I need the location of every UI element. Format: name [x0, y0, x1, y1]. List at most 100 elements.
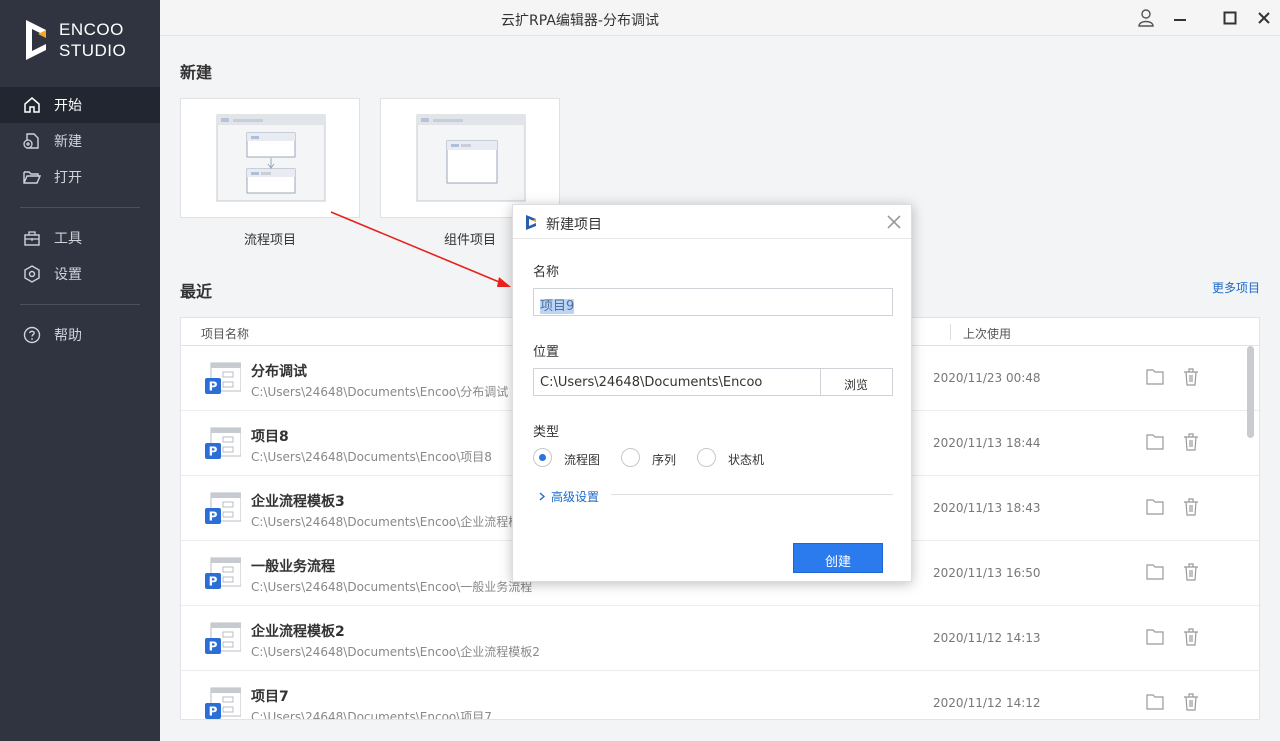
delete-icon[interactable]	[1181, 367, 1201, 387]
home-icon	[22, 95, 42, 115]
sidebar-item-start[interactable]: 开始	[0, 87, 160, 123]
folder-open-icon	[22, 167, 42, 187]
delete-icon[interactable]	[1181, 562, 1201, 582]
type-label-sequence[interactable]: 序列	[652, 451, 676, 468]
svg-text:P: P	[209, 445, 218, 459]
sidebar-divider	[20, 207, 140, 208]
new-file-icon	[22, 131, 42, 151]
sidebar-item-label: 帮助	[54, 328, 82, 344]
component-project-illustration	[416, 114, 526, 202]
project-path: C:\Users\24648\Documents\Encoo\分布调试	[251, 385, 509, 399]
project-name[interactable]: 项目7	[251, 686, 289, 706]
type-label-flowchart[interactable]: 流程图	[564, 451, 600, 468]
sidebar-item-open[interactable]: 打开	[0, 159, 160, 195]
open-folder-icon[interactable]	[1145, 368, 1165, 386]
sidebar-item-help[interactable]: 帮助	[0, 317, 160, 353]
name-label: 名称	[533, 265, 560, 280]
project-name[interactable]: 项目8	[251, 426, 289, 446]
advanced-settings-toggle[interactable]: 高级设置	[539, 488, 599, 505]
project-path: C:\Users\24648\Documents\Encoo\项目7	[251, 710, 492, 720]
flow-project-illustration	[216, 114, 326, 202]
location-value: C:\Users\24648\Documents\Encoo	[540, 375, 763, 390]
window-title: 云扩RPA编辑器-分布调试	[501, 13, 659, 29]
scrollbar-thumb[interactable]	[1247, 346, 1254, 438]
project-name[interactable]: 一般业务流程	[251, 556, 335, 576]
open-folder-icon[interactable]	[1145, 628, 1165, 646]
table-row[interactable]: P 项目7 C:\Users\24648\Documents\Encoo\项目7 20…	[181, 671, 1259, 720]
last-used-date: 2020/11/12 14:13	[933, 631, 1041, 645]
dialog-header: 新建项目	[513, 205, 911, 239]
column-header-name: 项目名称	[201, 327, 250, 341]
maximize-button[interactable]	[1220, 8, 1240, 28]
sidebar-item-settings[interactable]: 设置	[0, 256, 160, 292]
open-folder-icon[interactable]	[1145, 563, 1165, 581]
gear-icon	[22, 264, 42, 284]
dialog-title: 新建项目	[546, 217, 602, 233]
project-name-input[interactable]: 项目9	[533, 288, 893, 316]
flow-project-icon: P	[205, 557, 241, 589]
sidebar-item-label: 开始	[54, 98, 82, 114]
svg-text:P: P	[209, 575, 218, 589]
project-name[interactable]: 企业流程模板3	[251, 491, 345, 511]
close-window-button[interactable]	[1254, 8, 1274, 28]
sidebar: ENCOO STUDIO 开始 新建 打开 工具 设置 帮助	[0, 0, 160, 741]
help-icon	[22, 325, 42, 345]
flow-project-card[interactable]	[180, 98, 360, 218]
last-used-date: 2020/11/23 00:48	[933, 371, 1041, 385]
flow-project-icon: P	[205, 362, 241, 394]
column-separator	[950, 324, 951, 340]
sidebar-item-tools[interactable]: 工具	[0, 220, 160, 256]
more-projects-link[interactable]: 更多项目	[1212, 279, 1260, 296]
flow-project-icon: P	[205, 427, 241, 459]
sidebar-item-label: 打开	[54, 170, 82, 186]
brand-name: ENCOO STUDIO	[59, 19, 126, 61]
project-name-value: 项目9	[540, 299, 575, 314]
svg-text:P: P	[209, 705, 218, 719]
open-folder-icon[interactable]	[1145, 693, 1165, 711]
delete-icon[interactable]	[1181, 692, 1201, 712]
open-folder-icon[interactable]	[1145, 433, 1165, 451]
sidebar-item-label: 工具	[54, 231, 82, 247]
project-name[interactable]: 企业流程模板2	[251, 621, 345, 641]
delete-icon[interactable]	[1181, 432, 1201, 452]
project-name[interactable]: 分布调试	[251, 361, 307, 381]
minimize-button[interactable]	[1170, 8, 1190, 28]
encoo-logo-icon	[26, 20, 46, 60]
sidebar-item-label: 新建	[54, 134, 82, 150]
svg-text:P: P	[209, 640, 218, 654]
project-path: C:\Users\24648\Documents\Encoo\企业流程模板2	[251, 645, 540, 659]
browse-button[interactable]: 浏览	[820, 368, 893, 396]
component-project-card[interactable]	[380, 98, 560, 218]
svg-text:P: P	[209, 380, 218, 394]
new-project-dialog: 新建项目 名称 项目9 位置 C:\Users\24648\Documents\…	[512, 204, 912, 582]
sidebar-item-label: 设置	[54, 267, 82, 283]
create-button[interactable]: 创建	[793, 543, 883, 573]
advanced-divider	[611, 494, 893, 495]
last-used-date: 2020/11/12 14:12	[933, 696, 1041, 710]
last-used-date: 2020/11/13 16:50	[933, 566, 1041, 580]
location-input[interactable]: C:\Users\24648\Documents\Encoo	[533, 368, 821, 396]
svg-text:P: P	[209, 510, 218, 524]
flow-project-icon: P	[205, 687, 241, 719]
close-icon[interactable]	[885, 213, 903, 231]
delete-icon[interactable]	[1181, 497, 1201, 517]
project-path: C:\Users\24648\Documents\Encoo\一般业务流程	[251, 580, 533, 594]
encoo-logo-icon	[526, 215, 536, 230]
recent-section-title: 最近	[180, 282, 213, 301]
open-folder-icon[interactable]	[1145, 498, 1165, 516]
chevron-right-icon	[539, 490, 545, 504]
type-radio-sequence[interactable]	[621, 448, 640, 467]
type-radio-flowchart[interactable]	[533, 448, 552, 467]
delete-icon[interactable]	[1181, 627, 1201, 647]
column-header-last-used: 上次使用	[963, 327, 1012, 341]
flow-project-icon: P	[205, 492, 241, 524]
location-label: 位置	[533, 345, 560, 360]
type-label-state-machine[interactable]: 状态机	[728, 451, 764, 468]
user-icon[interactable]	[1136, 8, 1156, 28]
table-row[interactable]: P 企业流程模板2 C:\Users\24648\Documents\Encoo\企…	[181, 606, 1259, 671]
type-radio-state-machine[interactable]	[697, 448, 716, 467]
last-used-date: 2020/11/13 18:44	[933, 436, 1041, 450]
logo: ENCOO STUDIO	[24, 18, 126, 62]
new-section-title: 新建	[180, 63, 213, 82]
sidebar-item-new[interactable]: 新建	[0, 123, 160, 159]
